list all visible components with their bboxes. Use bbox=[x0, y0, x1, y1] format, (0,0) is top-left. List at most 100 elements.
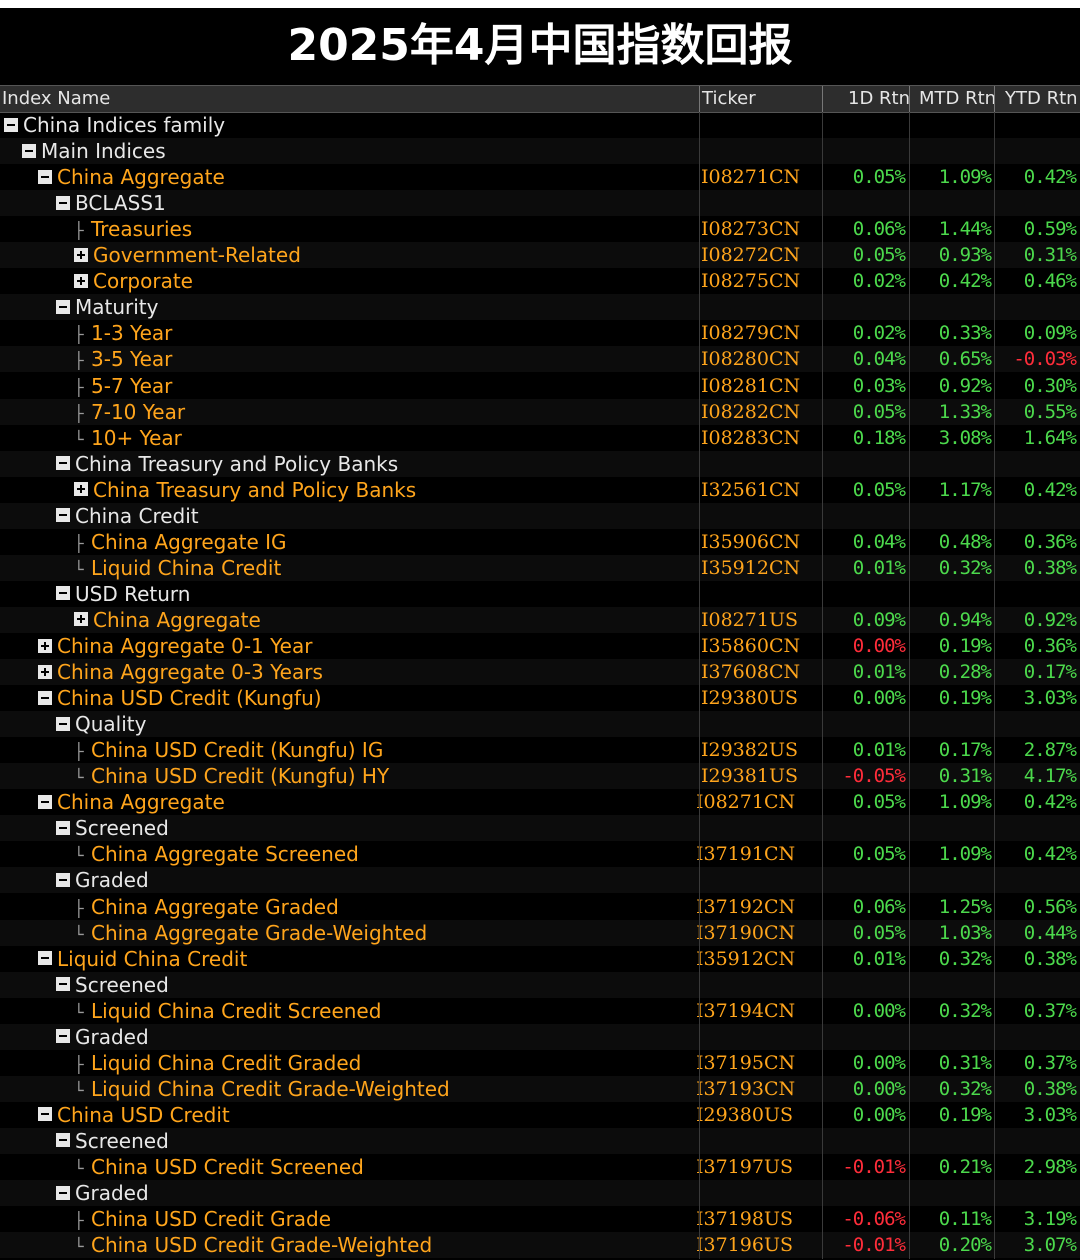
ticker-cell[interactable]: I37196US bbox=[696, 1232, 793, 1258]
index-name-label[interactable]: China Aggregate Screened bbox=[91, 842, 359, 866]
table-row[interactable]: └ China Aggregate Screened I37191CN 0.05% 1.… bbox=[0, 841, 1080, 867]
column-header-ticker[interactable]: Ticker bbox=[702, 86, 756, 112]
table-row[interactable]: Maturity bbox=[0, 294, 1080, 321]
ticker-cell[interactable]: I37191CN bbox=[696, 841, 795, 867]
ticker-cell[interactable]: I08280CN bbox=[701, 346, 800, 372]
index-name-label[interactable]: China Aggregate bbox=[57, 790, 225, 814]
collapse-icon[interactable] bbox=[38, 951, 52, 966]
index-name-label[interactable]: China Credit bbox=[75, 504, 199, 528]
index-name-label[interactable]: Screened bbox=[75, 973, 169, 997]
index-name-label[interactable]: Liquid China Credit Graded bbox=[91, 1051, 361, 1075]
index-name-label[interactable]: Graded bbox=[75, 1025, 149, 1049]
ticker-cell[interactable]: I35860CN bbox=[701, 633, 800, 659]
table-row[interactable]: Graded bbox=[0, 867, 1080, 894]
collapse-icon[interactable] bbox=[56, 872, 70, 887]
table-row[interactable]: USD Return bbox=[0, 581, 1080, 607]
ticker-cell[interactable]: I37190CN bbox=[696, 920, 795, 946]
table-row[interactable]: Screened bbox=[0, 815, 1080, 842]
index-name-label[interactable]: China Indices family bbox=[23, 113, 225, 137]
index-name-label[interactable]: China USD Credit Grade-Weighted bbox=[91, 1233, 432, 1257]
index-name-label[interactable]: Graded bbox=[75, 1181, 149, 1205]
index-name-label[interactable]: Liquid China Credit bbox=[91, 556, 281, 580]
ticker-cell[interactable]: I08271US bbox=[701, 607, 798, 633]
index-name-label[interactable]: BCLASS1 bbox=[75, 191, 166, 215]
index-name-label[interactable]: Liquid China Credit Grade-Weighted bbox=[91, 1077, 450, 1101]
ticker-cell[interactable]: I29382US bbox=[701, 737, 798, 763]
table-row[interactable]: China Aggregate I08271CN 0.05% 1.09% 0.42% bbox=[0, 789, 1080, 815]
ticker-cell[interactable]: I08283CN bbox=[701, 425, 800, 451]
collapse-icon[interactable] bbox=[56, 1029, 70, 1044]
table-row[interactable]: Corporate I08275CN 0.02% 0.42% 0.46% bbox=[0, 268, 1080, 294]
table-row[interactable]: Liquid China Credit I35912CN 0.01% 0.32% 0.3… bbox=[0, 946, 1080, 972]
index-name-label[interactable]: China Aggregate bbox=[57, 165, 225, 189]
index-name-label[interactable]: Corporate bbox=[93, 269, 193, 293]
table-row[interactable]: Government-Related I08272CN 0.05% 0.93% 0.31… bbox=[0, 242, 1080, 269]
table-row[interactable]: └ 10+ Year I08283CN 0.18% 3.08% 1.64% bbox=[0, 425, 1080, 451]
index-name-label[interactable]: 1-3 Year bbox=[91, 321, 172, 345]
table-row[interactable]: Main Indices bbox=[0, 138, 1080, 165]
index-name-label[interactable]: Main Indices bbox=[41, 139, 166, 163]
column-divider[interactable] bbox=[994, 86, 995, 112]
expand-icon[interactable] bbox=[38, 638, 52, 653]
index-name-label[interactable]: Graded bbox=[75, 868, 149, 892]
table-row[interactable]: Screened bbox=[0, 1127, 1080, 1154]
index-name-label[interactable]: China Treasury and Policy Banks bbox=[75, 452, 398, 476]
table-row[interactable]: ├ China USD Credit Grade I37198US -0.06% 0.1… bbox=[0, 1206, 1080, 1232]
collapse-icon[interactable] bbox=[56, 820, 70, 835]
table-row[interactable]: ├ Liquid China Credit Graded I37195CN 0.00%… bbox=[0, 1050, 1080, 1076]
collapse-icon[interactable] bbox=[56, 299, 70, 314]
collapse-icon[interactable] bbox=[38, 169, 52, 184]
table-row[interactable]: ├ China Aggregate IG I35906CN 0.04% 0.48% 0.3… bbox=[0, 529, 1080, 555]
index-name-label[interactable]: Maturity bbox=[75, 295, 159, 319]
table-row[interactable]: China Credit bbox=[0, 502, 1080, 529]
table-row[interactable]: China Treasury and Policy Banks I32561CN 0… bbox=[0, 477, 1080, 503]
index-name-label[interactable]: China USD Credit (Kungfu) IG bbox=[91, 738, 383, 762]
index-name-label[interactable]: China USD Credit Screened bbox=[91, 1155, 364, 1179]
table-row[interactable]: China Aggregate 0-3 Years I37608CN 0.01% 0.… bbox=[0, 659, 1080, 686]
index-name-label[interactable]: USD Return bbox=[75, 582, 190, 606]
index-name-label[interactable]: 3-5 Year bbox=[91, 347, 172, 371]
ticker-cell[interactable]: I08279CN bbox=[701, 320, 800, 346]
index-name-label[interactable]: Government-Related bbox=[93, 243, 301, 267]
index-name-label[interactable]: Quality bbox=[75, 712, 146, 736]
column-header-mtd-return[interactable]: MTD Rtn bbox=[919, 86, 996, 112]
ticker-cell[interactable]: I37192CN bbox=[696, 894, 795, 920]
ticker-cell[interactable]: I08282CN bbox=[701, 399, 800, 425]
table-row[interactable]: Quality bbox=[0, 711, 1080, 738]
index-name-label[interactable]: 7-10 Year bbox=[91, 400, 185, 424]
collapse-icon[interactable] bbox=[38, 690, 52, 705]
index-name-label[interactable]: China Aggregate Grade-Weighted bbox=[91, 921, 427, 945]
expand-icon[interactable] bbox=[38, 664, 52, 679]
column-header-index-name[interactable]: Index Name bbox=[2, 86, 110, 112]
ticker-cell[interactable]: I08272CN bbox=[701, 242, 800, 268]
column-header-1d-return[interactable]: 1D Rtn bbox=[848, 86, 910, 112]
table-row[interactable]: ├ China Aggregate Graded I37192CN 0.06% 1.25… bbox=[0, 894, 1080, 920]
column-divider[interactable] bbox=[822, 86, 823, 112]
ticker-cell[interactable]: I08273CN bbox=[701, 216, 800, 242]
expand-icon[interactable] bbox=[74, 247, 88, 262]
expand-icon[interactable] bbox=[74, 273, 88, 288]
table-row[interactable]: Graded bbox=[0, 1023, 1080, 1050]
ticker-cell[interactable]: I32561CN bbox=[701, 477, 800, 503]
collapse-icon[interactable] bbox=[4, 117, 18, 132]
index-name-label[interactable]: China Aggregate bbox=[93, 608, 261, 632]
collapse-icon[interactable] bbox=[38, 794, 52, 809]
ticker-cell[interactable]: I37608CN bbox=[701, 659, 800, 685]
table-row[interactable]: China Aggregate I08271US 0.09% 0.94% 0.92% bbox=[0, 606, 1080, 633]
table-row[interactable]: └ Liquid China Credit Grade-Weighted I3719… bbox=[0, 1075, 1080, 1102]
index-name-label[interactable]: China Aggregate 0-1 Year bbox=[57, 634, 312, 658]
index-name-label[interactable]: China USD Credit Grade bbox=[91, 1207, 331, 1231]
index-name-label[interactable]: Liquid China Credit Screened bbox=[91, 999, 381, 1023]
ticker-cell[interactable]: I29380US bbox=[696, 1102, 793, 1128]
table-row[interactable]: └ China USD Credit Screened I37197US -0.01%… bbox=[0, 1154, 1080, 1180]
column-header-ytd-return[interactable]: YTD Rtn bbox=[1005, 86, 1078, 112]
table-row[interactable]: China USD Credit (Kungfu) I29380US 0.00% 0.… bbox=[0, 685, 1080, 711]
table-row[interactable]: BCLASS1 bbox=[0, 190, 1080, 217]
index-name-label[interactable]: 5-7 Year bbox=[91, 374, 172, 398]
collapse-icon[interactable] bbox=[56, 508, 70, 523]
ticker-cell[interactable]: I08271CN bbox=[701, 164, 800, 190]
expand-icon[interactable] bbox=[74, 612, 88, 627]
index-name-label[interactable]: Liquid China Credit bbox=[57, 947, 247, 971]
table-row[interactable]: └ China Aggregate Grade-Weighted I37190CN 0… bbox=[0, 919, 1080, 946]
table-row[interactable]: China USD Credit I29380US 0.00% 0.19% 3.03% bbox=[0, 1102, 1080, 1128]
